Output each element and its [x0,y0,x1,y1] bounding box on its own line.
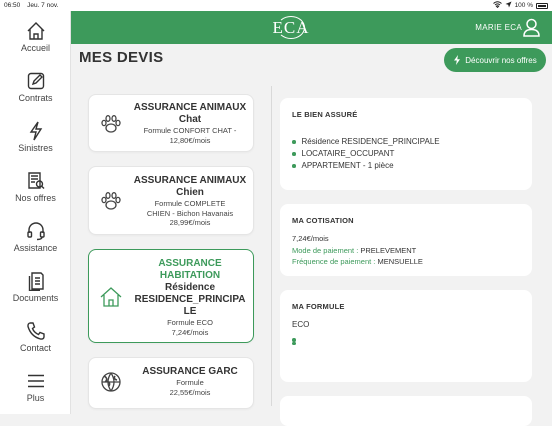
contribution-details: 7,24€/mois Mode de paiement : PRELEVEMEN… [292,233,423,268]
quote-price: 22,55€/mois [169,387,211,397]
battery-icon [536,2,548,9]
quote-title: ASSURANCE GARC [142,366,238,377]
discover-offers-button[interactable]: Découvrir nos offres [444,48,546,72]
status-bar: 06:50 Jeu. 7 nov. 100 % [0,0,552,11]
paw-icon [99,189,123,213]
phone-icon [26,322,45,340]
quote-price: 28,99€/mois [169,218,211,227]
paw-icon [99,112,123,136]
contribution-amount: 7,24€/mois [292,234,329,243]
offers-icon [27,172,44,189]
sidebar: Accueil Contrats Sinistres Nos offres As… [0,11,71,414]
quote-formula: Formule COMPLETE [154,199,226,208]
list-item: Résidence RESIDENCE_PRINCIPALE [292,136,440,148]
home-icon [27,22,44,40]
quote-price: 7,24€/mois [171,327,209,337]
status-date: Jeu. 7 nov. [27,2,59,9]
headset-icon [26,222,45,241]
discover-offers-label: Découvrir nos offres [465,55,537,65]
quote-card-animaux-chat[interactable]: ASSURANCE ANIMAUX Chat Formule CONFORT C… [88,94,254,152]
sidebar-item-assistance[interactable]: Assistance [0,221,71,269]
sidebar-item-label: Accueil [20,43,50,53]
quote-subtitle: Résidence [164,282,216,293]
house-icon [99,285,123,309]
payment-frequency: Fréquence de paiement : MENSUELLE [292,257,423,266]
panel-heading: MA COTISATION [292,216,354,225]
quote-title: ASSURANCE ANIMAUX [133,175,247,186]
next-panel [280,396,532,426]
quote-card-animaux-chien[interactable]: ASSURANCE ANIMAUX Chien Formule COMPLETE… [88,166,254,235]
wifi-icon [492,1,502,10]
quote-title: ASSURANCE ANIMAUX [133,102,247,113]
sidebar-item-label: Nos offres [15,193,56,203]
app-header: ECA MARIE ECA [71,11,552,44]
quote-subtitle-line3: LE [183,306,197,317]
lightning-icon [29,121,42,141]
user-icon[interactable] [523,18,540,37]
insured-property-panel: LE BIEN ASSURÉ Résidence RESIDENCE_PRINC… [280,98,532,190]
sidebar-item-label: Documents [12,293,59,303]
sidebar-item-label: Contrats [18,93,53,103]
status-time: 06:50 [4,2,21,9]
user-name[interactable]: MARIE ECA [475,23,522,32]
formula-panel: MA FORMULE ECO [280,290,532,382]
quote-subtitle-line2: RESIDENCE_PRINCIPA [134,294,246,305]
sidebar-item-accueil[interactable]: Accueil [0,21,71,69]
quote-title: ASSURANCE [158,258,222,269]
documents-icon [28,272,44,291]
column-divider [271,86,272,406]
sidebar-item-nos-offres[interactable]: Nos offres [0,171,71,219]
sidebar-item-label: Sinistres [18,143,53,153]
quote-card-habitation[interactable]: ASSURANCE HABITATION Résidence RESIDENCE… [88,249,254,343]
battery-percent: 100 % [514,2,533,9]
globe-icon [99,370,123,394]
quote-subtitle: Chat [178,114,202,125]
sidebar-item-label: Plus [26,393,45,403]
eca-logo: ECA [271,14,311,41]
quote-title-line2: HABITATION [159,270,221,281]
panel-heading: MA FORMULE [292,302,345,311]
sidebar-item-sinistres[interactable]: Sinistres [0,121,71,169]
quote-card-garc[interactable]: ASSURANCE GARC Formule 22,55€/mois [88,357,254,409]
quote-formula: Formule [176,378,204,387]
sidebar-item-label: Contact [19,343,52,353]
formula-list [292,338,302,345]
quote-formula: Formule ECO [167,318,213,327]
sidebar-item-contrats[interactable]: Contrats [0,71,71,119]
list-item: APPARTEMENT - 1 pièce [292,160,440,172]
contribution-panel: MA COTISATION 7,24€/mois Mode de paiemen… [280,204,532,276]
sidebar-item-documents[interactable]: Documents [0,271,71,319]
payment-mode: Mode de paiement : PRELEVEMENT [292,245,417,255]
menu-icon [27,374,44,388]
insured-property-list: Résidence RESIDENCE_PRINCIPALE LOCATAIRE… [292,136,440,172]
sidebar-item-label: Assistance [13,243,58,253]
lightning-icon [454,55,461,65]
edit-icon [27,72,44,90]
list-item [292,342,302,346]
sidebar-item-plus[interactable]: Plus [0,371,71,419]
sidebar-item-contact[interactable]: Contact [0,321,71,369]
formula-name: ECO [292,320,310,329]
quote-formula: Formule CONFORT CHAT - [143,126,237,135]
page-title: MES DEVIS [79,49,164,66]
quote-subtitle: Chien [176,187,204,198]
quote-formula-detail: CHIEN - Bichon Havanais [146,208,234,218]
location-icon [505,1,512,10]
panel-heading: LE BIEN ASSURÉ [292,110,358,119]
quote-price: 12,80€/mois [169,135,211,145]
list-item: LOCATAIRE_OCCUPANT [292,148,440,160]
